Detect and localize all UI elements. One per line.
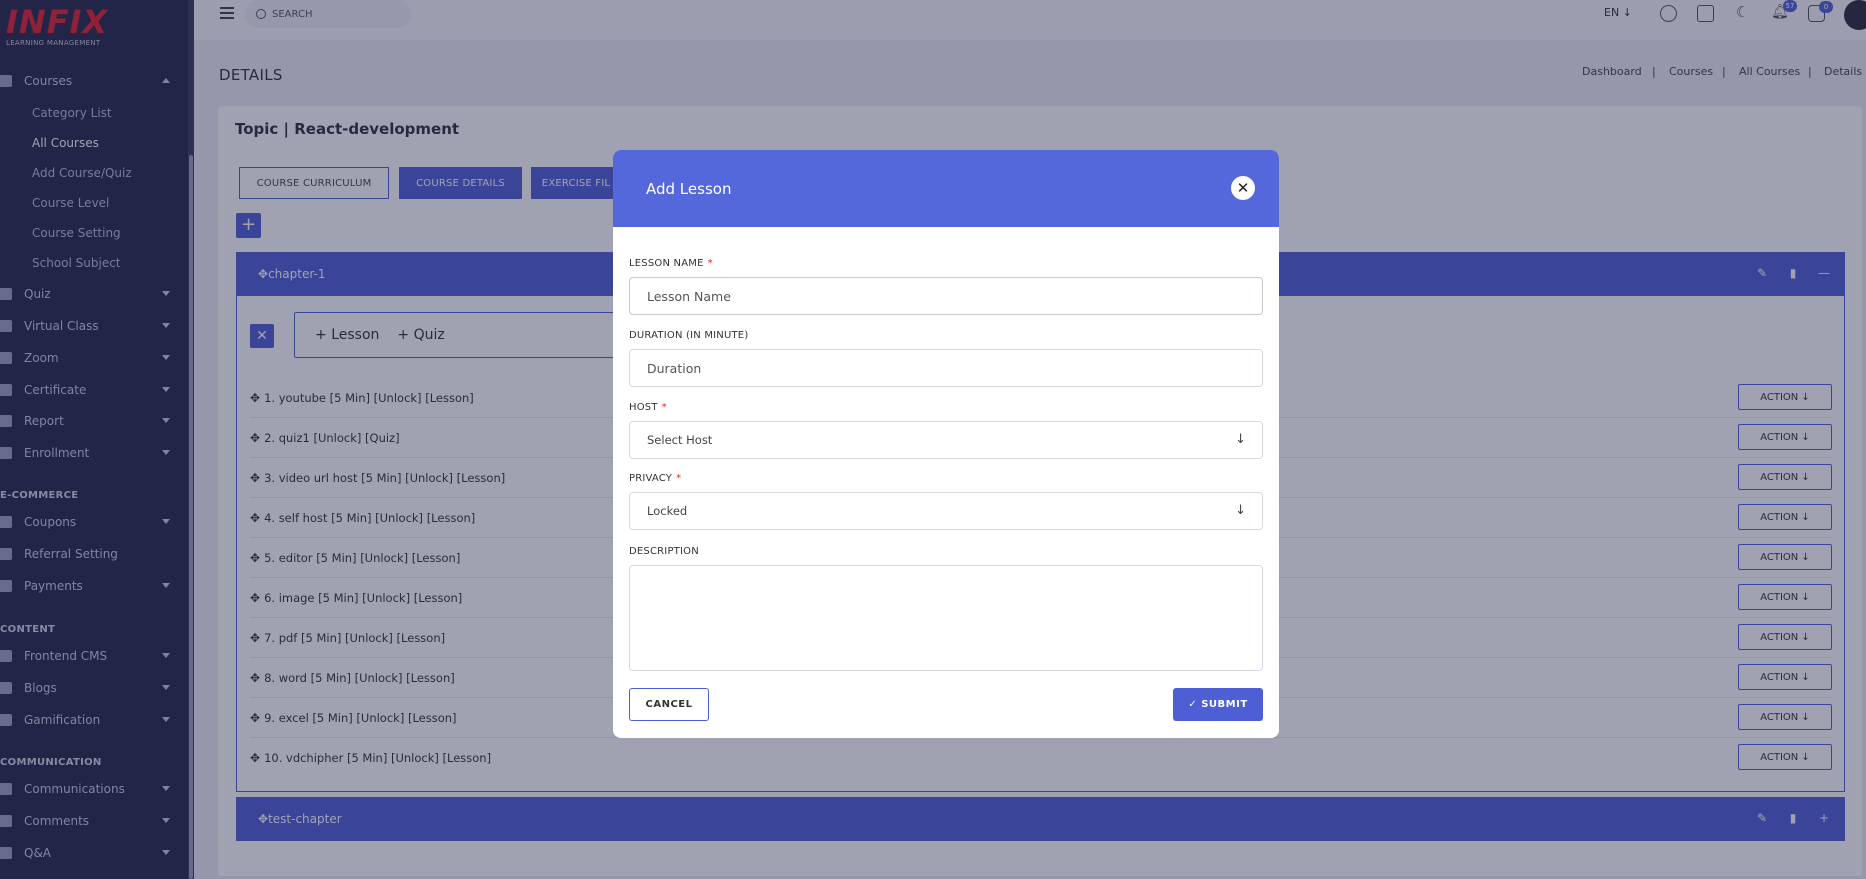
- add-lesson-modal: Add Lesson ✕ LESSON NAME * Lesson Name DU…: [613, 150, 1279, 738]
- required-mark: *: [707, 258, 713, 269]
- submit-button[interactable]: ✓ SUBMIT: [1173, 688, 1263, 721]
- arrow-down-icon: ↓: [1235, 503, 1246, 518]
- duration-placeholder: Duration: [647, 360, 702, 376]
- host-label: HOST *: [629, 402, 667, 413]
- privacy-select-value: Locked: [647, 504, 688, 518]
- modal-header: Add Lesson: [613, 150, 1279, 227]
- host-select-value: Select Host: [647, 433, 713, 447]
- duration-label: DURATION (IN MINUTE): [629, 330, 749, 341]
- close-icon[interactable]: ✕: [1231, 176, 1255, 200]
- description-label: DESCRIPTION: [629, 546, 699, 557]
- required-mark: *: [661, 402, 667, 413]
- privacy-select[interactable]: Locked ↓: [629, 492, 1263, 530]
- label-text: HOST: [629, 402, 658, 413]
- cancel-button[interactable]: CANCEL: [629, 688, 709, 721]
- lesson-name-placeholder: Lesson Name: [647, 288, 731, 304]
- privacy-label: PRIVACY *: [629, 473, 681, 484]
- required-mark: *: [676, 473, 682, 484]
- lesson-name-label: LESSON NAME *: [629, 258, 713, 269]
- lesson-name-field[interactable]: Lesson Name: [629, 277, 1263, 315]
- host-select[interactable]: Select Host ↓: [629, 421, 1263, 459]
- submit-label: SUBMIT: [1201, 699, 1248, 710]
- duration-field[interactable]: Duration: [629, 349, 1263, 387]
- label-text: LESSON NAME: [629, 258, 704, 269]
- arrow-down-icon: ↓: [1235, 432, 1246, 447]
- check-icon: ✓: [1188, 699, 1198, 710]
- description-textarea[interactable]: [629, 565, 1263, 671]
- label-text: PRIVACY: [629, 473, 673, 484]
- modal-title: Add Lesson: [646, 179, 732, 198]
